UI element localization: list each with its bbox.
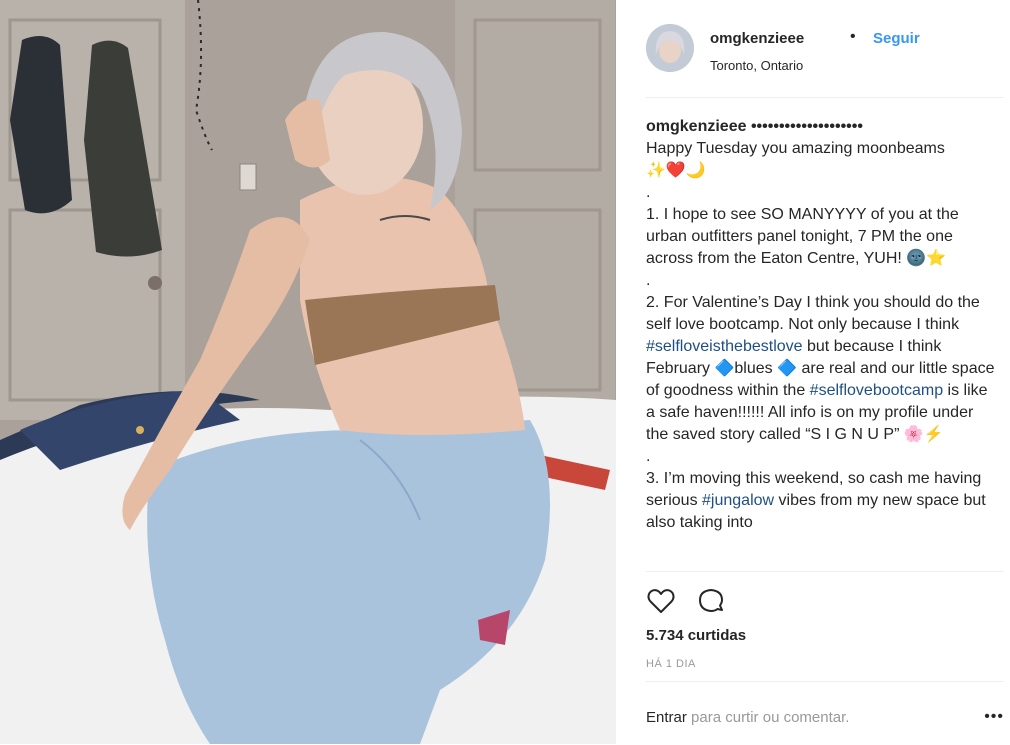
- caption-p2-text-a: 2. For Valentine’s Day I think you shoul…: [646, 294, 980, 333]
- comment-icon: [699, 589, 723, 612]
- caption-p2-text-c: blues: [734, 360, 773, 377]
- likes-count[interactable]: 5.734 curtidas: [646, 627, 746, 644]
- sparkles-heart-moon-icon: ✨❤️🌙: [646, 162, 706, 179]
- post-header: omgkenzieee • Seguir Toronto, Ontario: [646, 20, 1004, 98]
- caption-dot-2: .: [646, 272, 651, 289]
- caption-greeting-emojis: ✨❤️🌙: [646, 160, 996, 182]
- separator-dot: •: [850, 28, 856, 45]
- blossom-lightning-icon: 🌸⚡: [903, 426, 944, 443]
- caption-paragraph-3: 3. I’m moving this weekend, so cash me h…: [646, 468, 996, 534]
- photo-illustration: [0, 0, 616, 744]
- location-link[interactable]: Toronto, Ontario: [710, 58, 803, 73]
- like-button[interactable]: [646, 586, 676, 616]
- blue-diamond-icon: 🔷: [777, 360, 798, 377]
- comment-bar: Entrar para curtir ou comentar. •••: [646, 681, 1004, 745]
- login-prompt: Entrar para curtir ou comentar.: [646, 709, 849, 726]
- username-link[interactable]: omgkenzieee: [710, 30, 804, 47]
- caption-username[interactable]: omgkenzieee: [646, 118, 746, 135]
- moon-face-star-icon: 🌚⭐: [906, 250, 947, 267]
- caption-header: omgkenzieee ••••••••••••••••••••: [646, 116, 996, 138]
- blue-diamond-icon: 🔷: [714, 360, 735, 377]
- caption-dot-1: .: [646, 184, 651, 201]
- login-prompt-text: para curtir ou comentar.: [691, 709, 850, 726]
- caption-dots: ••••••••••••••••••••: [750, 118, 863, 135]
- caption-dot-3: .: [646, 448, 651, 465]
- avatar[interactable]: [646, 24, 694, 72]
- caption-paragraph-1: 1. I hope to see SO MANYYYY of you at th…: [646, 204, 996, 270]
- caption-paragraph-2: 2. For Valentine’s Day I think you shoul…: [646, 292, 996, 446]
- login-link[interactable]: Entrar: [646, 709, 687, 726]
- action-bar: [646, 571, 1004, 628]
- post-photo[interactable]: [0, 0, 616, 744]
- follow-button[interactable]: Seguir: [873, 30, 920, 47]
- post-time[interactable]: HÁ 1 DIA: [646, 658, 696, 670]
- avatar-image: [646, 24, 694, 72]
- hashtag-jungalow[interactable]: #jungalow: [702, 492, 774, 509]
- instagram-post: omgkenzieee • Seguir Toronto, Ontario om…: [0, 0, 1010, 744]
- post-sidebar: omgkenzieee • Seguir Toronto, Ontario om…: [616, 0, 1010, 744]
- caption-greeting: Happy Tuesday you amazing moonbeams: [646, 138, 996, 160]
- hashtag-selflovebootcamp[interactable]: #selflovebootcamp: [810, 382, 943, 399]
- caption-greeting-text: Happy Tuesday you amazing moonbeams: [646, 140, 945, 157]
- caption: omgkenzieee •••••••••••••••••••• Happy T…: [646, 116, 996, 572]
- hashtag-selfloveisthebestlove[interactable]: #selfloveisthebestlove: [646, 338, 803, 355]
- comment-button[interactable]: [696, 586, 726, 616]
- more-options-icon[interactable]: •••: [984, 708, 1004, 726]
- heart-icon: [647, 589, 675, 613]
